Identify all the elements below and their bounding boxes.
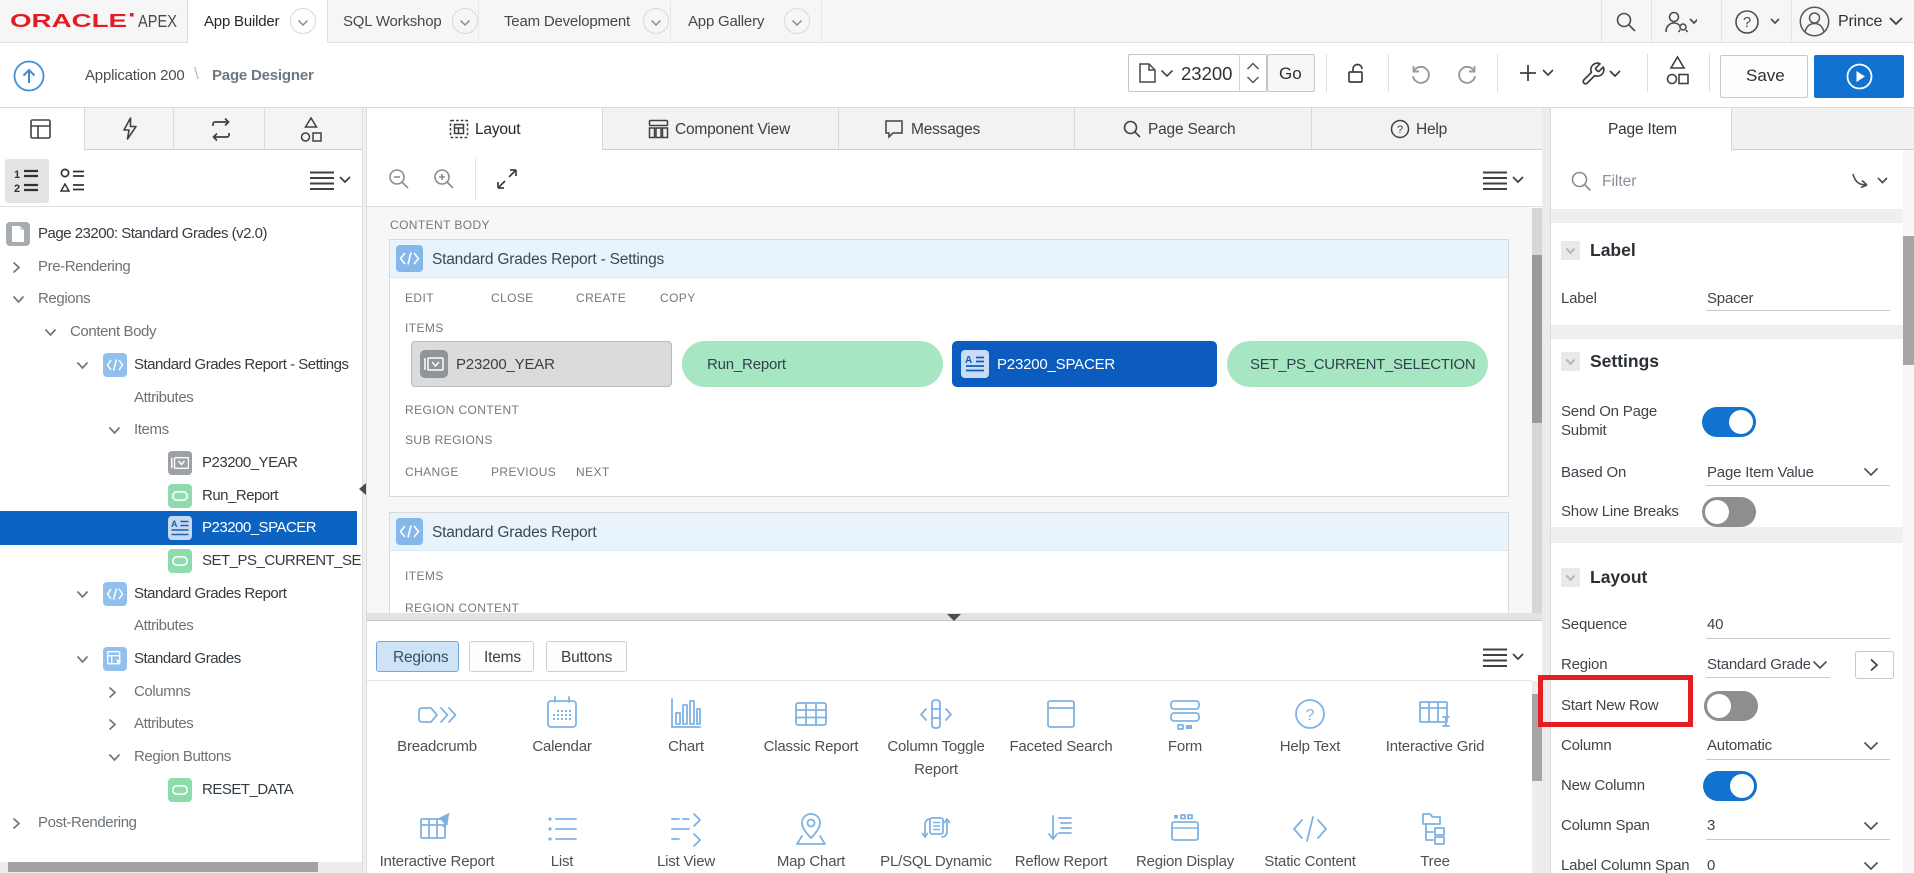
svg-text:1: 1 bbox=[14, 169, 20, 181]
svg-text:APEX: APEX bbox=[138, 11, 177, 31]
svg-text:?: ? bbox=[1397, 124, 1403, 136]
svg-text:?: ? bbox=[1743, 14, 1751, 31]
svg-text:ORACLE: ORACLE bbox=[10, 11, 127, 31]
svg-text:A: A bbox=[171, 519, 178, 529]
svg-text:A: A bbox=[965, 355, 972, 366]
svg-text:2: 2 bbox=[14, 183, 20, 194]
svg-text:?: ? bbox=[1306, 707, 1315, 724]
